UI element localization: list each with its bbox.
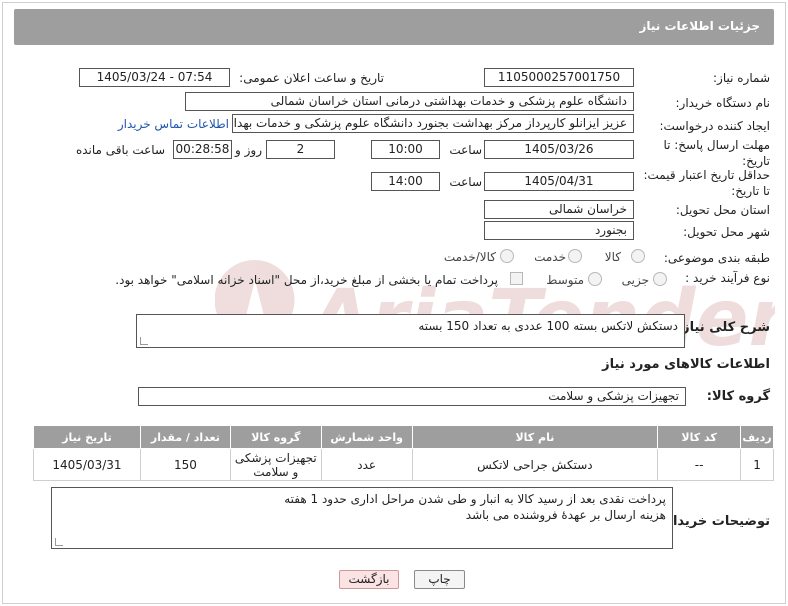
category-label: طبقه بندی موضوعی: (663, 251, 770, 265)
goods-table: ردیف کد کالا نام کالا واحد شمارش گروه کا… (33, 425, 774, 481)
need-number-field: 1105000257001750 (484, 68, 634, 87)
buyer-notes-textarea[interactable]: پرداخت نقدی بعد از رسید کالا به انبار و … (51, 487, 673, 549)
col-row-header: ردیف (740, 425, 774, 449)
col-unit-header: واحد شمارش (320, 425, 413, 449)
process-option-medium: متوسط (546, 273, 584, 287)
remaining-label: ساعت باقی مانده (75, 143, 165, 157)
cell-name: دستکش جراحی لاتکس (411, 448, 659, 481)
table-header-row: ردیف کد کالا نام کالا واحد شمارش گروه کا… (33, 425, 774, 449)
description-textarea[interactable]: دستکش لاتکس بسته 100 عددی به تعداد 150 ب… (136, 314, 685, 348)
province-field: خراسان شمالی (484, 200, 634, 219)
validity-time-label: ساعت (449, 175, 482, 189)
buyer-notes-line-1: پرداخت نقدی بعد از رسید کالا به انبار و … (284, 492, 666, 506)
category-option-goods-service: کالا/خدمت (443, 250, 496, 264)
col-code-header: کد کالا (657, 425, 742, 449)
creator-field: عزیز ایزانلو کارپرداز مرکز بهداشت بجنورد… (232, 114, 634, 133)
deadline-label: مهلت ارسال پاسخ: تا تاریخ: (663, 138, 770, 168)
process-radio-medium[interactable] (588, 272, 602, 286)
city-label: شهر محل تحویل: (683, 225, 770, 239)
col-qty-header: تعداد / مقدار (139, 425, 231, 449)
remaining-time-field: 00:28:58 (173, 140, 232, 159)
title-bar: جزئیات اطلاعات نیاز (14, 9, 774, 45)
announce-label: تاریخ و ساعت اعلان عمومی: (239, 71, 384, 85)
cell-unit: عدد (320, 448, 413, 481)
col-date-header: تاریخ نیاز (33, 425, 141, 449)
announce-field: 1405/03/24 - 07:54 (79, 68, 230, 87)
process-option-minor: جزیی (621, 273, 649, 287)
process-label: نوع فرآیند خرید : (685, 271, 770, 285)
treasury-payment-checkbox[interactable] (510, 272, 523, 285)
cell-qty: 150 (139, 448, 231, 481)
cell-group: تجهیزات پزشکی و سلامت (229, 448, 322, 481)
description-text: دستکش لاتکس بسته 100 عددی به تعداد 150 ب… (418, 319, 678, 333)
buyer-notes-line-2: هزینه ارسال بر عهدهٔ فروشنده می باشد (465, 508, 666, 522)
creator-label: ایجاد کننده درخواست: (659, 119, 770, 133)
buyer-org-field: دانشگاه علوم پزشکی و خدمات بهداشتی درمان… (185, 92, 634, 111)
deadline-date-field: 1405/03/26 (484, 140, 634, 159)
col-name-header: نام کالا (411, 425, 659, 449)
category-radio-goods-service[interactable] (500, 249, 514, 263)
days-label: روز و (235, 143, 262, 157)
col-group-header: گروه کالا (229, 425, 322, 449)
cell-code: -- (657, 448, 742, 481)
city-field: بجنورد (484, 221, 634, 240)
contact-buyer-link[interactable]: اطلاعات تماس خریدار (118, 117, 229, 131)
category-radio-goods[interactable] (631, 249, 645, 263)
back-button[interactable]: بازگشت (339, 570, 399, 589)
resize-grip-icon[interactable] (140, 337, 148, 345)
print-button[interactable]: چاپ (414, 570, 465, 589)
resize-grip-icon[interactable] (55, 538, 63, 546)
buyer-org-label: نام دستگاه خریدار: (675, 96, 771, 110)
process-radio-minor[interactable] (653, 272, 667, 286)
validity-date-field: 1405/04/31 (484, 172, 634, 191)
category-option-service: خدمت (534, 250, 566, 264)
buyer-notes-label: توضیحات خریدار: (660, 514, 770, 529)
days-field: 2 (266, 140, 335, 159)
description-label: شرح کلی نیاز: (676, 320, 770, 335)
deadline-time-label: ساعت (449, 143, 482, 157)
table-row[interactable]: 1 -- دستکش جراحی لاتکس عدد تجهیزات پزشکی… (33, 448, 774, 481)
cell-row: 1 (740, 448, 774, 481)
category-option-goods: کالا (604, 250, 621, 264)
province-label: استان محل تحویل: (675, 203, 770, 217)
validity-label: حداقل تاریخ اعتبار قیمت: تا تاریخ: (643, 168, 770, 198)
deadline-time-field: 10:00 (371, 140, 440, 159)
cell-date: 1405/03/31 (33, 448, 141, 481)
goods-group-field: تجهیزات پزشکی و سلامت (138, 387, 686, 406)
goods-section-title: اطلاعات کالاهای مورد نیاز (602, 357, 770, 372)
treasury-payment-note: پرداخت تمام یا بخشی از مبلغ خرید،از محل … (115, 273, 498, 287)
goods-group-label: گروه کالا: (706, 389, 770, 404)
category-radio-service[interactable] (568, 249, 582, 263)
need-number-label: شماره نیاز: (713, 71, 770, 85)
page-title: جزئیات اطلاعات نیاز (639, 19, 760, 33)
validity-time-field: 14:00 (371, 172, 440, 191)
